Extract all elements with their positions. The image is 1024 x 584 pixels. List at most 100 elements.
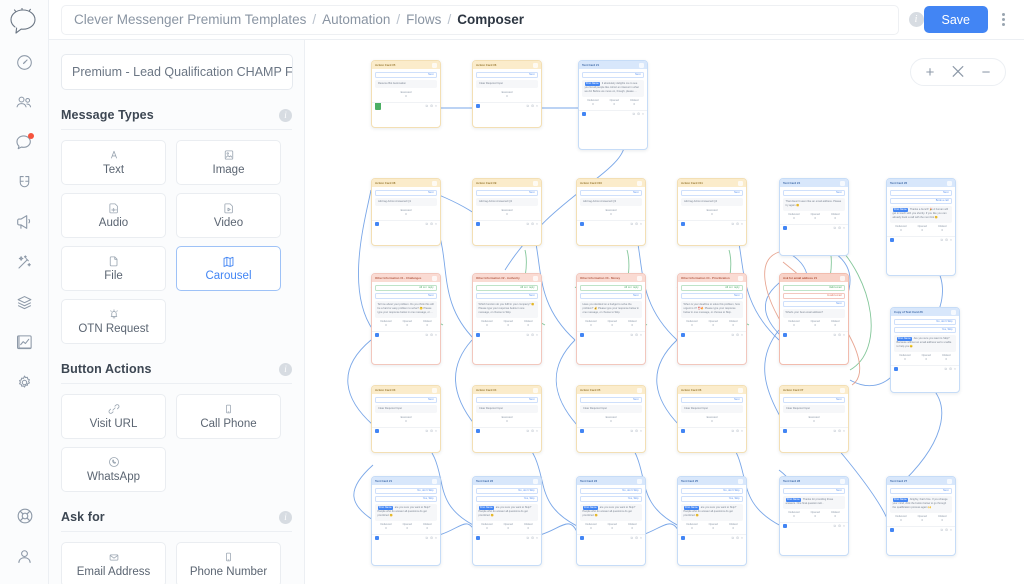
flow-node[interactable]: Other Information #3 - Money All on / rep… bbox=[576, 273, 646, 365]
node-button[interactable]: Next bbox=[580, 396, 642, 403]
info-icon[interactable]: i bbox=[279, 108, 292, 122]
flow-node[interactable]: Other Information #1 - Challenges All on … bbox=[371, 273, 441, 365]
node-port[interactable] bbox=[894, 367, 898, 372]
close-icon[interactable]: × bbox=[741, 429, 743, 433]
node-port[interactable] bbox=[580, 222, 584, 227]
more-options-icon[interactable] bbox=[992, 6, 1014, 34]
tile-phone-number[interactable]: Phone Number bbox=[176, 542, 281, 584]
node-footer-icons[interactable]: ⧉ ⚙ × bbox=[426, 429, 437, 433]
node-footer-icons[interactable]: ⧉ ⚙ × bbox=[527, 333, 538, 337]
flow-title-input[interactable]: Premium - Lead Qualification CHAMP Flow bbox=[61, 54, 293, 90]
duplicate-icon[interactable]: ⧉ bbox=[834, 226, 836, 230]
node-footer-icons[interactable]: ⧉ ⚙ × bbox=[527, 222, 538, 226]
node-button[interactable]: Yes, Skip bbox=[375, 495, 437, 502]
node-footer-icons[interactable]: ⧉ ⚙ × bbox=[732, 222, 743, 226]
node-footer-icons[interactable]: ⧉ ⚙ × bbox=[426, 536, 437, 540]
node-button[interactable]: Next bbox=[375, 396, 437, 403]
duplicate-icon[interactable]: ⧉ bbox=[426, 429, 428, 433]
close-icon[interactable]: × bbox=[954, 367, 956, 371]
node-port[interactable] bbox=[681, 222, 685, 227]
settings-icon[interactable]: ⚙ bbox=[838, 333, 841, 337]
sidebar-item-analytics[interactable] bbox=[0, 322, 49, 362]
node-button[interactable]: Next bbox=[681, 189, 743, 196]
duplicate-icon[interactable]: ⧉ bbox=[631, 222, 633, 226]
duplicate-icon[interactable]: ⧉ bbox=[426, 222, 428, 226]
node-port[interactable] bbox=[890, 238, 894, 243]
close-icon[interactable]: × bbox=[843, 333, 845, 337]
node-port[interactable] bbox=[476, 429, 480, 434]
node-port[interactable] bbox=[783, 333, 787, 338]
node-button[interactable]: Yes, Skip bbox=[476, 495, 538, 502]
tile-otn-request[interactable]: OTN Request bbox=[61, 299, 166, 344]
settings-icon[interactable]: ⚙ bbox=[531, 536, 534, 540]
settings-icon[interactable]: ⚙ bbox=[635, 536, 638, 540]
node-port[interactable] bbox=[582, 112, 586, 117]
settings-icon[interactable]: ⚙ bbox=[736, 333, 739, 337]
settings-icon[interactable]: ⚙ bbox=[430, 222, 433, 226]
settings-icon[interactable]: ⚙ bbox=[945, 528, 948, 532]
flow-node[interactable]: Action Card #3 Next Clear Required Input Ex… bbox=[371, 385, 441, 453]
close-icon[interactable]: × bbox=[843, 226, 845, 230]
close-icon[interactable]: × bbox=[640, 333, 642, 337]
node-button[interactable]: Next bbox=[476, 396, 538, 403]
node-button[interactable]: Next bbox=[580, 189, 642, 196]
node-button[interactable]: Next bbox=[783, 396, 845, 403]
node-button[interactable]: Valid email bbox=[783, 284, 845, 291]
node-port[interactable] bbox=[783, 524, 787, 529]
node-button[interactable]: No, don't Skip bbox=[681, 487, 743, 494]
duplicate-icon[interactable]: ⧉ bbox=[941, 528, 943, 532]
node-port[interactable] bbox=[681, 429, 685, 434]
node-footer-icons[interactable]: ⧉ ⚙ × bbox=[834, 429, 845, 433]
settings-icon[interactable]: ⚙ bbox=[635, 429, 638, 433]
flow-node[interactable]: Action Card #10 Next Add tag Action Answer… bbox=[576, 178, 646, 246]
settings-icon[interactable]: ⚙ bbox=[736, 222, 739, 226]
settings-icon[interactable]: ⚙ bbox=[430, 333, 433, 337]
duplicate-icon[interactable]: ⧉ bbox=[834, 333, 836, 337]
node-footer-icons[interactable]: ⧉ ⚙ × bbox=[631, 333, 642, 337]
info-icon[interactable]: i bbox=[279, 362, 292, 376]
node-button[interactable]: Yes, Skip bbox=[681, 495, 743, 502]
settings-icon[interactable]: ⚙ bbox=[531, 333, 534, 337]
node-port[interactable] bbox=[375, 536, 379, 541]
node-port[interactable] bbox=[476, 536, 480, 541]
sidebar-item-chat[interactable] bbox=[0, 122, 49, 162]
flow-node[interactable]: Action Card #11 Next Add tag Action Answer… bbox=[677, 178, 747, 246]
node-button[interactable]: All on / reply bbox=[580, 284, 642, 291]
info-icon[interactable]: i bbox=[279, 510, 292, 524]
node-footer-icons[interactable]: ⧉ ⚙ × bbox=[527, 104, 538, 108]
zoom-fit-button[interactable]: ⨉ bbox=[945, 59, 971, 85]
close-icon[interactable]: × bbox=[950, 528, 952, 532]
flow-node[interactable]: Text Card #5 No, don't Skip Yes, Skip First… bbox=[677, 476, 747, 566]
close-icon[interactable]: × bbox=[741, 222, 743, 226]
node-footer-icons[interactable]: ⧉ ⚙ × bbox=[426, 104, 437, 108]
node-footer-icons[interactable]: ⧉ ⚙ × bbox=[631, 536, 642, 540]
duplicate-icon[interactable]: ⧉ bbox=[426, 104, 428, 108]
node-button[interactable]: Next bbox=[890, 487, 952, 494]
close-icon[interactable]: × bbox=[435, 222, 437, 226]
node-footer-icons[interactable]: ⧉ ⚙ × bbox=[834, 333, 845, 337]
flow-node[interactable]: Other Information #4 - Prioritization All… bbox=[677, 273, 747, 365]
tile-carousel[interactable]: Carousel bbox=[176, 246, 281, 291]
close-icon[interactable]: × bbox=[435, 536, 437, 540]
tile-image[interactable]: Image bbox=[176, 140, 281, 185]
sidebar-item-layers[interactable] bbox=[0, 282, 49, 322]
duplicate-icon[interactable]: ⧉ bbox=[631, 333, 633, 337]
breadcrumb-item-2[interactable]: Flows bbox=[406, 12, 441, 27]
node-button[interactable]: All on / reply bbox=[476, 284, 538, 291]
flow-node[interactable]: Text Card #1 No, don't Skip Yes, Skip First… bbox=[371, 476, 441, 566]
sidebar-item-dashboard[interactable] bbox=[0, 42, 49, 82]
node-footer-icons[interactable]: ⧉ ⚙ × bbox=[631, 429, 642, 433]
node-button[interactable]: Next bbox=[476, 189, 538, 196]
close-icon[interactable]: × bbox=[536, 104, 538, 108]
close-icon[interactable]: × bbox=[536, 429, 538, 433]
settings-icon[interactable]: ⚙ bbox=[430, 429, 433, 433]
sidebar-item-account[interactable] bbox=[0, 536, 49, 576]
settings-icon[interactable]: ⚙ bbox=[531, 222, 534, 226]
node-port[interactable] bbox=[476, 222, 480, 227]
flow-canvas[interactable]: + ⨉ − Action Card #5 Next Resume Bot Autom… bbox=[305, 40, 1024, 584]
close-icon[interactable]: × bbox=[642, 112, 644, 116]
sidebar-item-help[interactable] bbox=[0, 496, 49, 536]
duplicate-icon[interactable]: ⧉ bbox=[426, 333, 428, 337]
sidebar-item-audience[interactable] bbox=[0, 82, 49, 122]
app-logo[interactable] bbox=[0, 2, 49, 42]
